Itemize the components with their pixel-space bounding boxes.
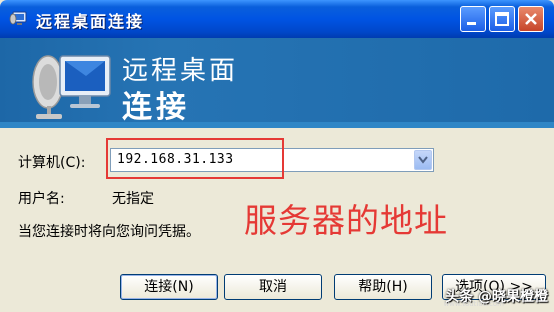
maximize-icon bbox=[495, 12, 509, 26]
banner-title-line2: 连接 bbox=[122, 90, 190, 125]
chevron-down-icon bbox=[418, 156, 428, 164]
watermark-url: www.toutiao.com bbox=[443, 300, 504, 308]
address-highlight-box bbox=[106, 138, 284, 179]
minimize-icon bbox=[467, 22, 476, 25]
username-value: 无指定 bbox=[112, 191, 154, 207]
close-icon bbox=[525, 13, 537, 25]
help-button[interactable]: 帮助(H) bbox=[334, 274, 432, 300]
close-button[interactable] bbox=[518, 6, 544, 32]
credentials-message: 当您连接时将向您询问凭据。 bbox=[18, 224, 200, 240]
dropdown-button[interactable] bbox=[414, 150, 432, 170]
minimize-button[interactable] bbox=[460, 6, 486, 32]
username-label: 用户名: bbox=[18, 191, 65, 207]
window-title: 远程桌面连接 bbox=[36, 12, 145, 31]
banner-stripe bbox=[0, 122, 554, 128]
computer-label: 计算机(C): bbox=[18, 155, 86, 171]
connect-button[interactable]: 连接(N) bbox=[120, 274, 218, 300]
remote-desktop-app-icon bbox=[9, 11, 27, 25]
maximize-button[interactable] bbox=[489, 6, 515, 32]
cancel-button[interactable]: 取消 bbox=[224, 274, 322, 300]
server-address-annotation: 服务器的地址 bbox=[244, 201, 448, 240]
header-banner: 远程桌面 连接 bbox=[0, 38, 554, 128]
remote-desktop-logo-icon bbox=[32, 55, 111, 119]
title-bar[interactable]: 远程桌面连接 bbox=[0, 0, 554, 38]
remote-desktop-window: 远程桌面连接 远程桌面 连接 计算机(C): 192.168.31.133 用户… bbox=[0, 0, 554, 312]
